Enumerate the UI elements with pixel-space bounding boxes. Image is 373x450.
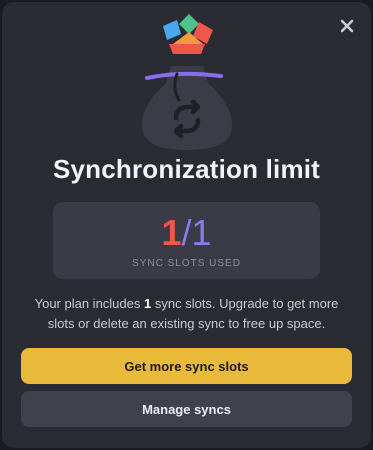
manage-syncs-button[interactable]: Manage syncs [21,391,352,427]
sync-limit-dialog: Synchronization limit 1/1 SYNC SLOTS USE… [2,2,371,448]
usage-card: 1/1 SYNC SLOTS USED [53,202,320,279]
slots-separator: / [181,212,192,253]
get-more-sync-slots-button[interactable]: Get more sync slots [21,348,352,384]
slots-used-value: 1 [161,212,182,253]
close-button[interactable] [337,16,357,36]
description-prefix: Your plan includes [34,296,144,311]
usage-label: SYNC SLOTS USED [132,258,241,269]
close-icon [340,19,354,33]
dialog-title: Synchronization limit [52,154,321,184]
plan-description: Your plan includes 1 sync slots. Upgrade… [20,294,353,334]
slots-total-value: 1 [191,212,212,253]
money-bag-sync-icon [141,14,233,150]
usage-ratio: 1/1 [53,215,320,251]
